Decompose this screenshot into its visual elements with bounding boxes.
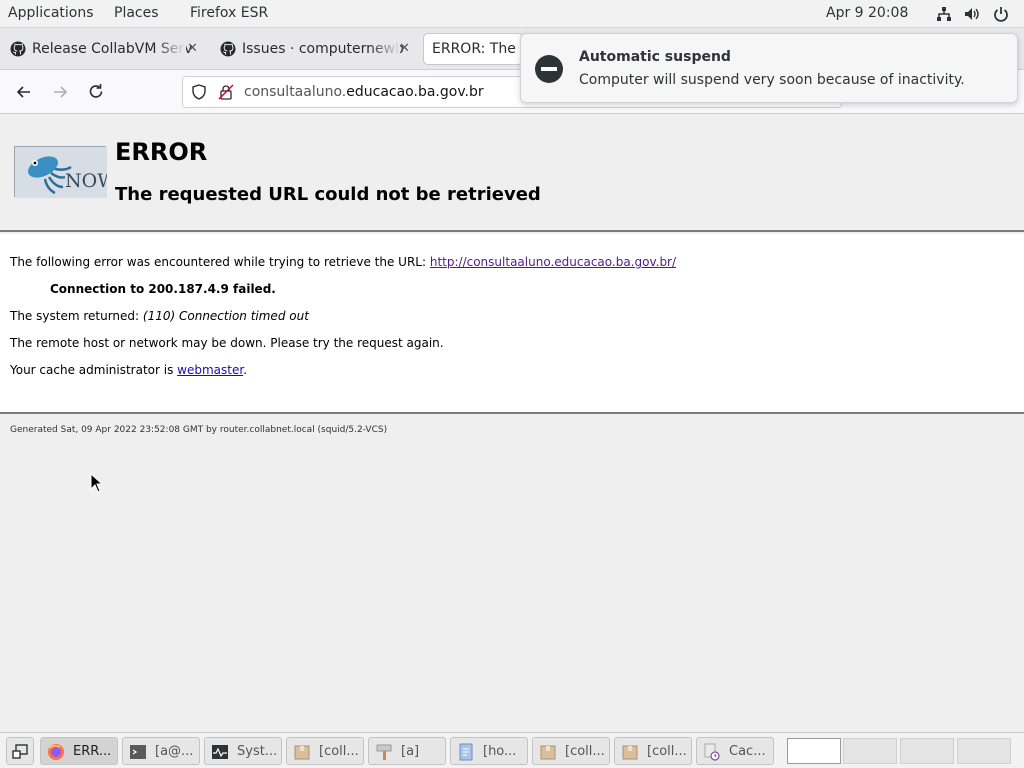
logo-text: NOW — [65, 170, 107, 192]
workspace-4[interactable] — [957, 738, 1011, 764]
notification-title: Automatic suspend — [579, 49, 731, 65]
tab-error-active[interactable]: ERROR: The r — [424, 34, 522, 64]
error-header: NOW ERROR The requested URL could not be… — [0, 114, 1024, 232]
suspend-notification[interactable]: Automatic suspend Computer will suspend … — [520, 33, 1018, 103]
taskbar-item-cache[interactable]: Cac... — [696, 737, 774, 765]
stop-icon — [535, 55, 563, 83]
document-icon — [459, 743, 473, 761]
package-icon — [294, 745, 310, 760]
taskbar-item-package-2[interactable]: [coll... — [532, 737, 610, 765]
package-icon — [540, 745, 556, 760]
top-bar: Applications Places Firefox ESR Apr 9 20… — [0, 0, 1024, 28]
connection-failed-message: Connection to 200.187.4.9 failed. — [50, 282, 276, 296]
tab-release-collabvm[interactable]: Release CollabVM Serv ✕ — [0, 34, 206, 64]
taskbar-item-package-3[interactable]: [coll... — [614, 737, 692, 765]
insecure-lock-icon[interactable] — [218, 84, 234, 100]
workspace-3[interactable] — [900, 738, 954, 764]
workspace-1[interactable] — [787, 738, 841, 764]
reload-button[interactable] — [86, 82, 106, 102]
back-button[interactable] — [14, 82, 34, 102]
taskbar-item-system-monitor[interactable]: Syst... — [204, 737, 282, 765]
generated-footer: Generated Sat, 09 Apr 2022 23:52:08 GMT … — [10, 425, 388, 435]
squid-icon: NOW — [15, 147, 117, 198]
page-subtitle: The requested URL could not be retrieved — [115, 184, 541, 205]
taskbar-item-firefox[interactable]: ERR... — [40, 737, 118, 765]
mouse-cursor-icon — [90, 473, 104, 493]
shield-icon[interactable] — [191, 84, 207, 100]
tab-issues[interactable]: Issues · computernewb ✕ — [210, 34, 420, 64]
clock[interactable]: Apr 9 20:08 — [826, 5, 908, 21]
applications-menu[interactable]: Applications — [8, 5, 94, 21]
network-icon[interactable] — [936, 6, 952, 22]
webmaster-link[interactable]: webmaster — [177, 363, 243, 377]
page-title: ERROR — [115, 138, 208, 166]
paint-icon — [376, 744, 392, 760]
notification-body: Computer will suspend very soon because … — [579, 72, 965, 88]
system-monitor-icon — [212, 745, 228, 759]
volume-icon[interactable] — [964, 6, 980, 22]
firefox-icon — [48, 744, 64, 760]
taskbar-item-document[interactable]: [ho... — [450, 737, 528, 765]
show-desktop-icon — [12, 744, 28, 759]
close-tab-icon[interactable]: ✕ — [187, 41, 198, 56]
github-icon — [220, 41, 236, 57]
system-returned-message: The system returned: (110) Connection ti… — [10, 309, 309, 323]
taskbar: ERR... [a@... Syst... [coll... [a] [ho..… — [0, 732, 1024, 768]
power-icon[interactable] — [993, 6, 1009, 22]
error-description: The following error was encountered whil… — [10, 255, 677, 269]
taskbar-item-package-1[interactable]: [coll... — [286, 737, 364, 765]
page-content: NOW ERROR The requested URL could not be… — [0, 114, 1024, 730]
show-desktop-button[interactable] — [6, 737, 34, 765]
places-menu[interactable]: Places — [114, 5, 159, 21]
cache-admin-message: Your cache administrator is webmaster. — [10, 363, 248, 377]
github-icon — [10, 41, 26, 57]
cache-icon — [704, 743, 720, 761]
error-url-link[interactable]: http://consultaaluno.educacao.ba.gov.br/ — [430, 255, 676, 269]
error-body: The following error was encountered whil… — [0, 234, 1024, 414]
taskbar-item-paint[interactable]: [a] — [368, 737, 446, 765]
taskbar-item-terminal[interactable]: [a@... — [122, 737, 200, 765]
remote-host-message: The remote host or network may be down. … — [10, 336, 444, 350]
forward-button[interactable] — [50, 82, 70, 102]
close-tab-icon[interactable]: ✕ — [399, 41, 410, 56]
package-icon — [622, 745, 638, 760]
active-app-menu[interactable]: Firefox ESR — [190, 5, 268, 21]
workspace-2[interactable] — [843, 738, 897, 764]
tab-title: ERROR: The r — [432, 41, 522, 57]
squid-logo: NOW — [14, 146, 117, 198]
url-text[interactable]: consultaaluno.educacao.ba.gov.br — [244, 84, 484, 100]
terminal-icon — [130, 745, 146, 759]
